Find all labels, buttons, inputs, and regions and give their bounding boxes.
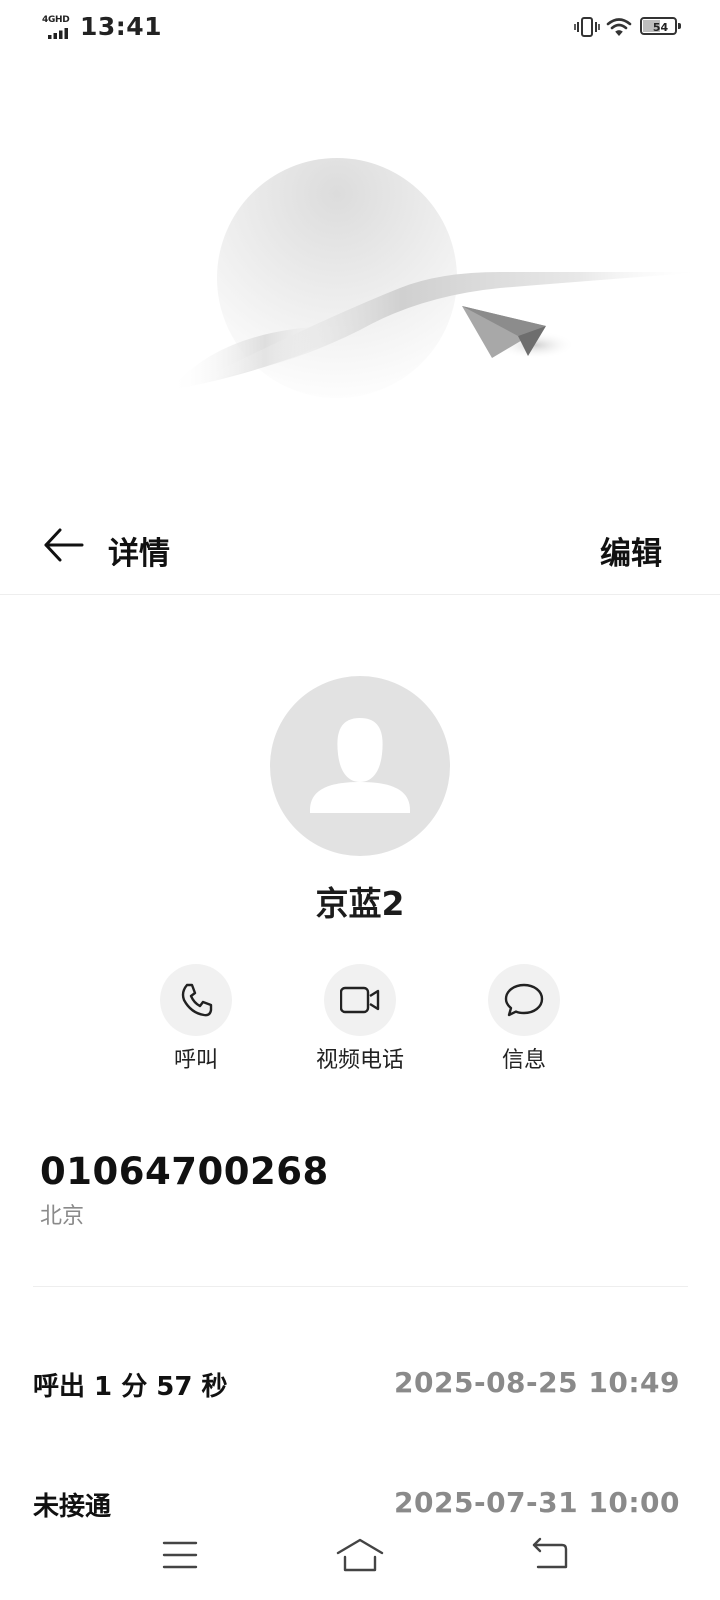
avatar xyxy=(270,676,450,856)
contact-name: 京蓝2 xyxy=(315,884,405,923)
page-title: 详情 xyxy=(108,536,170,572)
section-divider xyxy=(33,1286,688,1287)
status-bar: 4GHD 13:41 54 xyxy=(0,0,720,56)
vibrate-icon xyxy=(574,17,600,37)
edit-button[interactable]: 编辑 xyxy=(600,528,662,573)
chat-bubble-icon xyxy=(504,983,544,1017)
network-type-label: 4GHD xyxy=(42,15,70,25)
message-label: 信息 xyxy=(501,1048,546,1073)
status-time: 13:41 xyxy=(80,12,163,41)
video-call-button[interactable]: 视频电话 xyxy=(289,964,429,1074)
battery-icon: 54 xyxy=(640,17,682,37)
video-call-label: 视频电话 xyxy=(315,1048,404,1073)
call-record-type: 呼出 1 分 57 秒 xyxy=(33,1372,228,1402)
video-camera-icon xyxy=(340,986,380,1014)
message-button[interactable]: 信息 xyxy=(453,964,593,1074)
call-label: 呼叫 xyxy=(173,1048,218,1073)
call-record-type: 未接通 xyxy=(33,1492,112,1522)
menu-icon[interactable] xyxy=(162,1537,198,1573)
wifi-icon xyxy=(606,18,632,36)
battery-level: 54 xyxy=(652,21,669,34)
header-divider xyxy=(0,594,720,595)
phone-location: 北京 xyxy=(40,1204,85,1229)
call-record-time: 2025-08-25 10:49 xyxy=(394,1366,680,1399)
home-icon[interactable] xyxy=(335,1535,385,1575)
phone-number[interactable]: 01064700268 xyxy=(40,1150,329,1193)
arrow-left-icon[interactable] xyxy=(40,522,86,568)
back-icon[interactable] xyxy=(530,1535,570,1573)
call-button[interactable]: 呼叫 xyxy=(125,964,265,1074)
signal-icon xyxy=(48,28,68,39)
phone-icon xyxy=(181,983,213,1017)
person-icon xyxy=(310,718,410,813)
header-illustration xyxy=(170,158,705,398)
call-record-time: 2025-07-31 10:00 xyxy=(394,1486,680,1519)
